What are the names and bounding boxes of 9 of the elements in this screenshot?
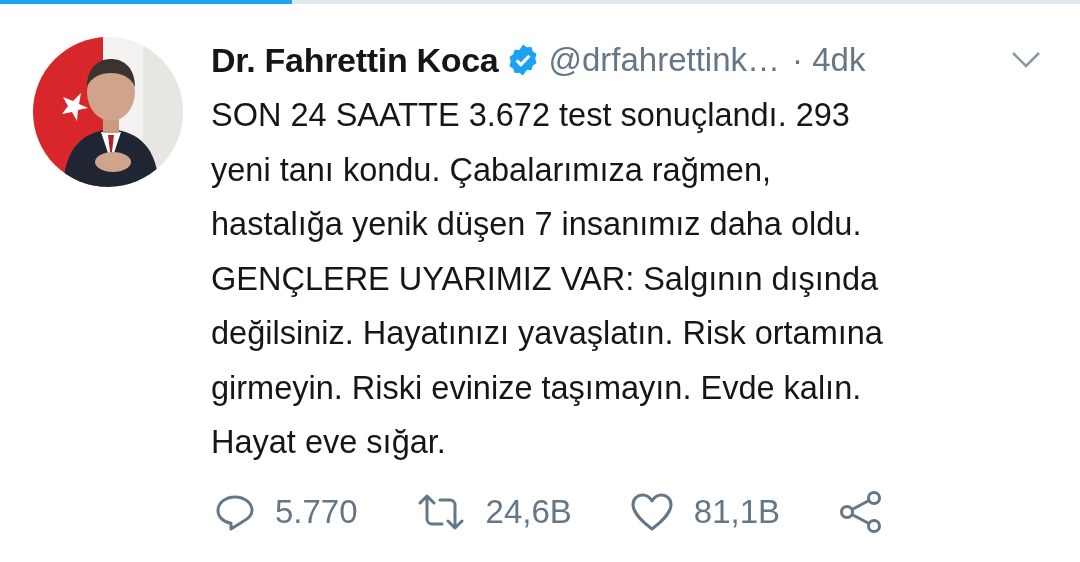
tweet-text: SON 24 SAATTE 3.672 test sonuçlandı. 293 yeni tanı kondu. Çabalarımıza rağmen, hastalığa yenik düşen 7 insanımız daha oldu. GENÇLERE UYARIMIZ VAR: Salgının dışında değilsiniz. Hayatınızı yavaşlatın. Risk ortamına girmeyin. Riski evinize taşımayın. Evde kalın. Hayat eve sığar.: [211, 96, 884, 462]
retweet-count: 24,6B: [485, 492, 572, 531]
heart-icon[interactable]: [629, 491, 674, 532]
user-handle[interactable]: @drfahrettink…: [548, 41, 781, 79]
chevron-down-icon[interactable]: [1011, 51, 1041, 69]
like-count: 81,1B: [693, 492, 781, 531]
author-name[interactable]: Dr. Fahrettin Koca: [211, 40, 499, 80]
reply-count: 5.770: [275, 492, 358, 531]
timestamp: · 4dk: [792, 41, 866, 79]
